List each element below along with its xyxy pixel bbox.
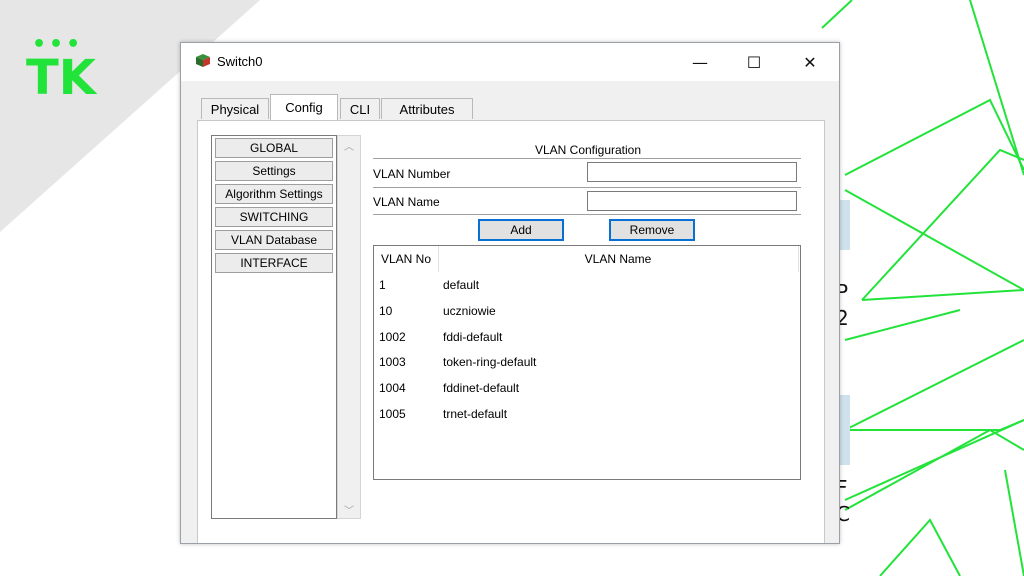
- table-row[interactable]: 1 default: [374, 273, 798, 298]
- vlan-config-title: VLAN Configuration: [534, 143, 642, 157]
- vlan-name-cell: fddi-default: [443, 330, 503, 344]
- divider: [373, 158, 801, 159]
- vlan-name-cell: uczniowie: [443, 304, 496, 318]
- chevron-down-icon[interactable]: ﹀: [338, 500, 360, 518]
- table-row[interactable]: 1003 token-ring-default: [374, 350, 798, 375]
- vlan-name-input[interactable]: [587, 191, 797, 211]
- nav-scrollbar[interactable]: ︿ ﹀: [337, 135, 361, 519]
- config-panel: GLOBAL Settings Algorithm Settings SWITC…: [197, 120, 825, 543]
- title-bar[interactable]: Switch0 — ☐ ✕: [181, 43, 839, 81]
- close-button[interactable]: ✕: [785, 43, 835, 81]
- tab-config[interactable]: Config: [270, 94, 338, 120]
- table-row[interactable]: 1005 trnet-default: [374, 402, 798, 427]
- nav-item-switching[interactable]: SWITCHING: [215, 207, 333, 227]
- maximize-button[interactable]: ☐: [729, 43, 779, 81]
- vlan-no-cell: 1002: [379, 330, 406, 344]
- table-row[interactable]: 10 uczniowie: [374, 299, 798, 324]
- nav-item-vlan-database[interactable]: VLAN Database: [215, 230, 333, 250]
- minimize-button[interactable]: —: [675, 43, 725, 81]
- column-header-vlan-no[interactable]: VLAN No: [374, 246, 439, 272]
- nav-item-settings[interactable]: Settings: [215, 161, 333, 181]
- nav-item-interface[interactable]: INTERFACE: [215, 253, 333, 273]
- vlan-no-cell: 1005: [379, 407, 406, 421]
- vlan-table[interactable]: VLAN No VLAN Name 1 default 10 uczniowie…: [373, 245, 801, 480]
- vlan-name-cell: default: [443, 278, 480, 292]
- config-nav-list: GLOBAL Settings Algorithm Settings SWITC…: [211, 135, 337, 519]
- tab-attributes[interactable]: Attributes: [381, 98, 473, 119]
- table-row[interactable]: 1004 fddinet-default: [374, 376, 798, 401]
- remove-button[interactable]: Remove: [609, 219, 695, 241]
- vlan-number-label: VLAN Number: [373, 167, 451, 181]
- tk-logo: ••• TK: [26, 28, 106, 108]
- table-row[interactable]: 1002 fddi-default: [374, 325, 798, 350]
- divider: [373, 214, 801, 215]
- column-header-vlan-name[interactable]: VLAN Name: [438, 246, 799, 272]
- tab-physical[interactable]: Physical: [201, 98, 269, 119]
- nav-item-global[interactable]: GLOBAL: [215, 138, 333, 158]
- add-button[interactable]: Add: [478, 219, 564, 241]
- vlan-name-cell: token-ring-default: [443, 355, 537, 369]
- vlan-name-cell: trnet-default: [443, 407, 508, 421]
- vlan-no-cell: 1: [379, 278, 386, 292]
- tab-cli[interactable]: CLI: [340, 98, 380, 119]
- vlan-no-cell: 1004: [379, 381, 406, 395]
- vlan-name-label: VLAN Name: [373, 195, 440, 209]
- vlan-no-cell: 10: [379, 304, 393, 318]
- chevron-up-icon[interactable]: ︿: [338, 136, 360, 154]
- logo-letters: TK: [26, 50, 96, 106]
- divider: [373, 187, 801, 188]
- vlan-number-input[interactable]: [587, 162, 797, 182]
- vlan-no-cell: 1003: [379, 355, 406, 369]
- switch-device-icon: [196, 54, 210, 67]
- vlan-name-cell: fddinet-default: [443, 381, 520, 395]
- switch-window: Switch0 — ☐ ✕ Physical Config CLI Attrib…: [180, 42, 840, 544]
- window-title: Switch0: [217, 54, 263, 69]
- nav-item-algorithm-settings[interactable]: Algorithm Settings: [215, 184, 333, 204]
